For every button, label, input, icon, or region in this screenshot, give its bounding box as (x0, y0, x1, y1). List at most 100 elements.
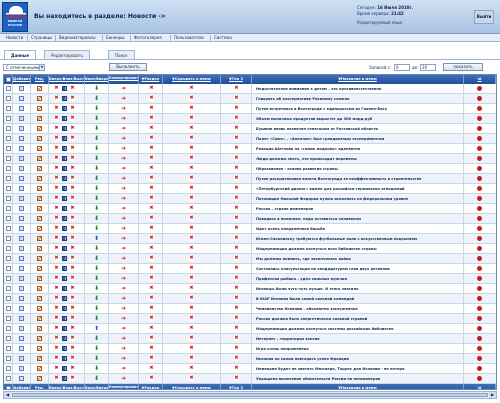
delete-x-icon[interactable]: ✖ (70, 256, 75, 261)
section-toggle-icon[interactable]: ✖ (149, 176, 154, 181)
top3-toggle-icon[interactable]: ✖ (234, 236, 239, 241)
convert-link-icon[interactable]: ➜ (121, 306, 126, 312)
delete-x-icon[interactable]: ✖ (70, 266, 75, 271)
column-header-hide-in-menu[interactable]: ▼Скрывать в меню (163, 384, 221, 389)
column-header-title[interactable]: ▼Название в меню (252, 384, 464, 389)
table-row[interactable]: ✖ ✖ ⬇ ➜ ✖ ✖ ✖ Потомицил Николай Федоров нужно и… (4, 194, 496, 204)
column-header-to-position[interactable]: Вниз/Вверх (85, 75, 109, 84)
delete-x-icon[interactable]: ✖ (54, 246, 59, 251)
properties-icon[interactable] (62, 266, 67, 271)
row-checkbox[interactable] (6, 126, 11, 131)
convert-link-icon[interactable]: ➜ (121, 96, 126, 102)
column-header-edit[interactable]: Ред. (31, 75, 49, 84)
top3-toggle-icon[interactable]: ✖ (234, 316, 239, 321)
news-title[interactable]: Объем молочных продуктов вырастет до 300… (252, 114, 464, 124)
news-title[interactable]: Недостаточное внимание к детям – это про… (252, 84, 464, 94)
add-document-icon[interactable] (19, 266, 24, 271)
delete-x-icon[interactable]: ✖ (54, 196, 59, 201)
delete-x-icon[interactable]: ✖ (70, 86, 75, 91)
hide-toggle-icon[interactable]: ✖ (189, 366, 194, 371)
news-title[interactable]: Люди должны знать, что происходит переме… (252, 154, 464, 164)
hide-toggle-icon[interactable]: ✖ (189, 166, 194, 171)
add-document-icon[interactable] (19, 196, 24, 201)
properties-icon[interactable] (62, 356, 67, 361)
hide-toggle-icon[interactable]: ✖ (189, 226, 194, 231)
menu-item-pages[interactable]: Страницы (27, 35, 55, 41)
add-document-icon[interactable] (19, 276, 24, 281)
convert-link-icon[interactable]: ➜ (121, 186, 126, 192)
table-row[interactable]: ✖ ✖ ⬇ ➜ ✖ ✖ ✖ Бушнин вновь назначен сенатором о… (4, 124, 496, 134)
convert-link-icon[interactable]: ➜ (121, 346, 126, 352)
convert-link-icon[interactable]: ➜ (121, 86, 126, 92)
table-row[interactable]: ✖ ✖ ⬇ ➜ ✖ ✖ ✖ «Петербургский диалог» важен для … (4, 184, 496, 194)
move-down-icon[interactable]: ⬇ (94, 246, 99, 252)
section-toggle-icon[interactable]: ✖ (149, 106, 154, 111)
section-toggle-icon[interactable]: ✖ (149, 166, 154, 171)
delete-x-icon[interactable]: ✖ (54, 346, 59, 351)
add-document-icon[interactable] (19, 256, 24, 261)
section-toggle-icon[interactable]: ✖ (149, 356, 154, 361)
table-row[interactable]: ✖ ✖ ⬇ ➜ ✖ ✖ ✖ Немецкие будет не хватать Мюллера… (4, 364, 496, 374)
properties-icon[interactable] (62, 376, 67, 381)
properties-icon[interactable] (62, 346, 67, 351)
convert-link-icon[interactable]: ➜ (121, 256, 126, 262)
row-checkbox[interactable] (6, 276, 11, 281)
move-down-icon[interactable]: ⬇ (94, 266, 99, 272)
table-row[interactable]: ✖ ✖ ⬇ ➜ ✖ ✖ ✖ Недостаточное внимание к детям – … (4, 84, 496, 94)
properties-icon[interactable] (62, 166, 67, 171)
delete-x-icon[interactable]: ✖ (54, 366, 59, 371)
section-toggle-icon[interactable]: ✖ (149, 286, 154, 291)
delete-x-icon[interactable]: ✖ (70, 166, 75, 171)
execute-button[interactable]: Выполнить (109, 63, 147, 71)
delete-x-icon[interactable]: ✖ (54, 166, 59, 171)
section-toggle-icon[interactable]: ✖ (149, 306, 154, 311)
hide-toggle-icon[interactable]: ✖ (189, 286, 194, 291)
row-checkbox[interactable] (6, 316, 11, 321)
section-toggle-icon[interactable]: ✖ (149, 326, 154, 331)
delete-x-icon[interactable]: ✖ (54, 306, 59, 311)
move-down-icon[interactable]: ⬇ (94, 356, 99, 362)
table-row[interactable]: ✖ ✖ ⬇ ➜ ✖ ✖ ✖ Путин встретился в Волгограде с е… (4, 104, 496, 114)
row-checkbox[interactable] (6, 166, 11, 171)
edit-pencil-icon[interactable] (37, 316, 42, 321)
delete-x-icon[interactable]: ✖ (70, 286, 75, 291)
table-row[interactable]: ✖ ✖ ⬆ ➜ ✖ ✖ ✖ Южно-Сахалинску требуются футболь… (4, 234, 496, 244)
properties-icon[interactable] (62, 236, 67, 241)
hide-toggle-icon[interactable]: ✖ (189, 146, 194, 151)
edit-pencil-icon[interactable] (37, 376, 42, 381)
section-toggle-icon[interactable]: ✖ (149, 196, 154, 201)
add-document-icon[interactable] (19, 236, 24, 241)
top3-toggle-icon[interactable]: ✖ (234, 116, 239, 121)
move-down-icon[interactable]: ⬇ (94, 166, 99, 172)
exit-button[interactable]: Выйти (474, 10, 494, 24)
scroll-thumb[interactable] (12, 393, 488, 397)
delete-x-icon[interactable]: ✖ (54, 136, 59, 141)
top3-toggle-icon[interactable]: ✖ (234, 96, 239, 101)
convert-link-icon[interactable]: ➜ (121, 126, 126, 132)
edit-pencil-icon[interactable] (37, 366, 42, 371)
delete-x-icon[interactable]: ✖ (70, 206, 75, 211)
news-title[interactable]: Поводись в политике, надо оставаться чел… (252, 214, 464, 224)
delete-x-icon[interactable]: ✖ (70, 186, 75, 191)
column-header-add[interactable]: Добавить (13, 384, 31, 389)
table-row[interactable]: ✖ ✖ ⬇ ➜ ✖ ✖ ✖ Россия – страна инженеров (4, 204, 496, 214)
add-document-icon[interactable] (19, 86, 24, 91)
move-down-icon[interactable]: ⬇ (94, 276, 99, 282)
news-title[interactable]: Интернет – территория закона (252, 334, 464, 344)
move-down-icon[interactable]: ⬇ (94, 116, 99, 122)
delete-x-icon[interactable]: ✖ (70, 336, 75, 341)
edit-pencil-icon[interactable] (37, 126, 42, 131)
hide-toggle-icon[interactable]: ✖ (189, 96, 194, 101)
properties-icon[interactable] (62, 366, 67, 371)
add-document-icon[interactable] (19, 116, 24, 121)
table-row[interactable]: ✖ ✖ ⬇ ➜ ✖ ✖ ✖ Профессия рыбака – удел сильных м… (4, 274, 496, 284)
delete-x-icon[interactable]: ✖ (70, 356, 75, 361)
tab-edit[interactable]: Редактировать (44, 50, 90, 59)
add-document-icon[interactable] (19, 206, 24, 211)
edit-pencil-icon[interactable] (37, 176, 42, 181)
row-checkbox[interactable] (6, 186, 11, 191)
section-toggle-icon[interactable]: ✖ (149, 206, 154, 211)
hide-toggle-icon[interactable]: ✖ (189, 356, 194, 361)
menu-item-videos[interactable]: Видеоматериалы (55, 35, 99, 41)
delete-x-icon[interactable]: ✖ (54, 236, 59, 241)
